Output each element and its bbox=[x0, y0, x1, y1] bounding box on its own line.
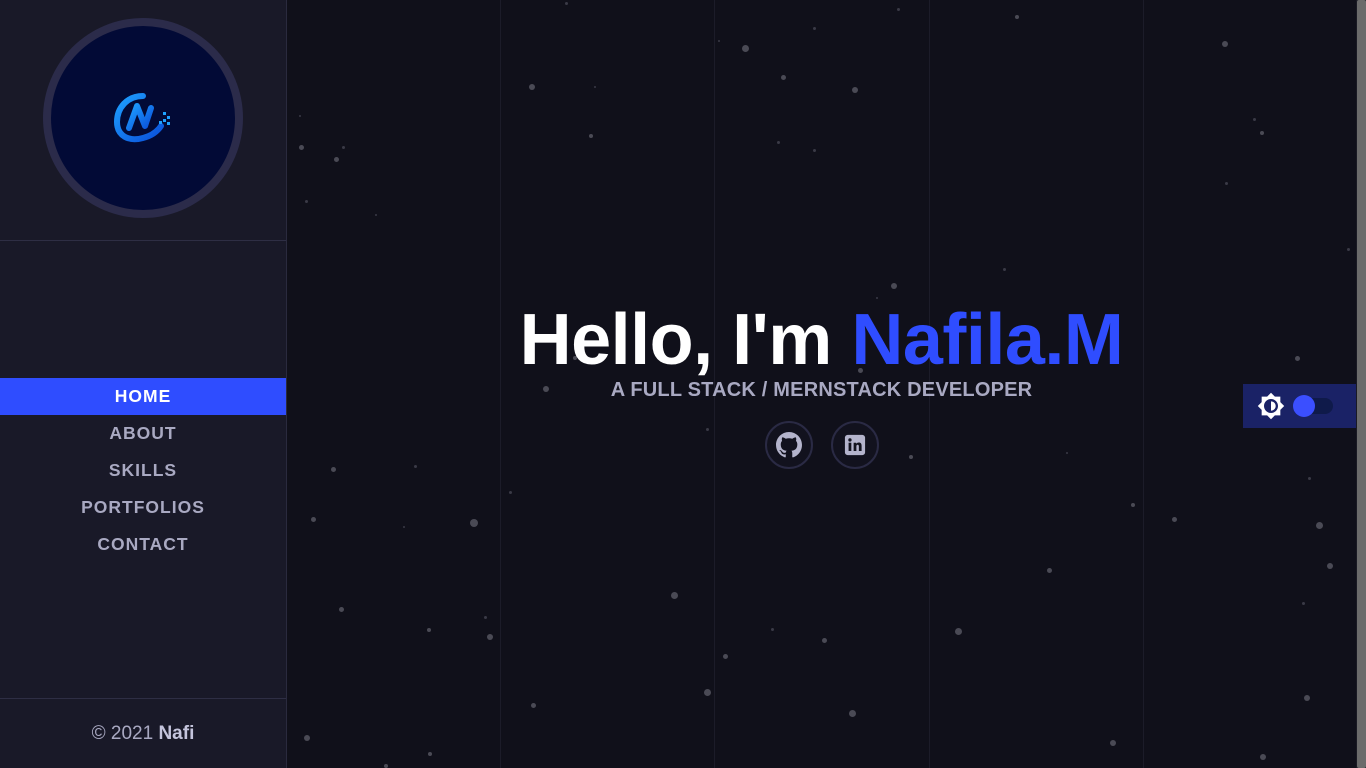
star-particle bbox=[671, 592, 678, 599]
star-particle bbox=[718, 40, 720, 42]
star-particle bbox=[339, 607, 344, 612]
hero-heading: Hello, I'm Nafila.M bbox=[287, 300, 1356, 380]
star-particle bbox=[897, 8, 900, 11]
star-particle bbox=[771, 628, 774, 631]
star-particle bbox=[1327, 563, 1333, 569]
star-particle bbox=[704, 689, 711, 696]
nav-item-portfolios[interactable]: PORTFOLIOS bbox=[0, 489, 286, 526]
scrollbar[interactable] bbox=[1356, 0, 1366, 768]
footer-author: Nafi bbox=[158, 723, 195, 744]
star-particle bbox=[909, 455, 913, 459]
star-particle bbox=[470, 519, 478, 527]
star-particle bbox=[304, 735, 310, 741]
n-logo-icon bbox=[113, 93, 170, 143]
theme-toggle-panel[interactable] bbox=[1243, 384, 1356, 428]
logo-section bbox=[0, 0, 286, 241]
star-particle bbox=[428, 752, 432, 756]
star-particle bbox=[1308, 477, 1311, 480]
brightness-icon bbox=[1257, 392, 1285, 420]
star-particle bbox=[487, 634, 493, 640]
nav-item-contact[interactable]: CONTACT bbox=[0, 526, 286, 563]
hero-greeting: Hello, I'm bbox=[519, 300, 833, 380]
star-particle bbox=[299, 145, 304, 150]
theme-switch[interactable] bbox=[1293, 395, 1333, 417]
hero-subtitle: A FULL STACK / MERNSTACK DEVELOPER bbox=[610, 379, 1033, 401]
star-particle bbox=[1316, 522, 1323, 529]
nav-item-about[interactable]: ABOUT bbox=[0, 415, 286, 452]
copyright-text: © 2021 bbox=[91, 723, 154, 744]
sidebar: HOME ABOUT SKILLS PORTFOLIOS CONTACT © 2… bbox=[0, 0, 287, 768]
star-particle bbox=[781, 75, 786, 80]
theme-switch-knob bbox=[1293, 395, 1315, 417]
star-particle bbox=[589, 134, 593, 138]
star-particle bbox=[331, 467, 336, 472]
linkedin-button[interactable] bbox=[831, 421, 879, 469]
star-particle bbox=[427, 628, 431, 632]
star-particle bbox=[565, 2, 568, 5]
star-particle bbox=[334, 157, 339, 162]
star-particle bbox=[813, 149, 816, 152]
star-particle bbox=[509, 491, 512, 494]
github-button[interactable] bbox=[765, 421, 813, 469]
nav-item-skills[interactable]: SKILLS bbox=[0, 452, 286, 489]
star-particle bbox=[403, 526, 405, 528]
star-particle bbox=[531, 703, 536, 708]
star-particle bbox=[484, 616, 487, 619]
star-particle bbox=[852, 87, 858, 93]
star-particle bbox=[1260, 754, 1266, 760]
github-icon bbox=[776, 432, 802, 458]
star-particle bbox=[384, 764, 388, 768]
star-particle bbox=[311, 517, 316, 522]
star-particle bbox=[1066, 452, 1068, 454]
star-particle bbox=[375, 214, 377, 216]
main-content: Hello, I'm Nafila.M A FULL STACK / MERNS… bbox=[287, 0, 1356, 768]
hero: Hello, I'm Nafila.M A FULL STACK / MERNS… bbox=[287, 300, 1356, 402]
sidebar-footer: © 2021 Nafi bbox=[0, 698, 286, 768]
star-particle bbox=[1302, 602, 1305, 605]
nav-item-home[interactable]: HOME bbox=[0, 378, 286, 415]
star-particle bbox=[1253, 118, 1256, 121]
star-particle bbox=[1304, 695, 1310, 701]
star-particle bbox=[723, 654, 728, 659]
star-particle bbox=[414, 465, 417, 468]
star-particle bbox=[1225, 182, 1228, 185]
star-particle bbox=[299, 115, 301, 117]
star-particle bbox=[876, 297, 878, 299]
logo[interactable] bbox=[43, 18, 243, 218]
star-particle bbox=[813, 27, 816, 30]
star-particle bbox=[955, 628, 962, 635]
star-particle bbox=[1110, 740, 1116, 746]
star-particle bbox=[342, 146, 345, 149]
star-particle bbox=[305, 200, 308, 203]
star-particle bbox=[1047, 568, 1052, 573]
star-particle bbox=[1131, 503, 1135, 507]
star-particle bbox=[1222, 41, 1228, 47]
star-particle bbox=[891, 283, 897, 289]
star-particle bbox=[1172, 517, 1177, 522]
scrollbar-thumb[interactable] bbox=[1357, 0, 1366, 768]
star-particle bbox=[822, 638, 827, 643]
star-particle bbox=[849, 710, 856, 717]
star-particle bbox=[1260, 131, 1264, 135]
main-nav: HOME ABOUT SKILLS PORTFOLIOS CONTACT bbox=[0, 378, 286, 563]
star-particle bbox=[1347, 248, 1350, 251]
star-particle bbox=[1015, 15, 1019, 19]
star-particle bbox=[594, 86, 596, 88]
star-particle bbox=[529, 84, 535, 90]
social-links bbox=[765, 421, 879, 469]
star-particle bbox=[1003, 268, 1006, 271]
star-particle bbox=[742, 45, 749, 52]
star-particle bbox=[777, 141, 780, 144]
linkedin-icon bbox=[844, 434, 866, 456]
star-particle bbox=[706, 428, 709, 431]
hero-name: Nafila.M bbox=[851, 300, 1124, 380]
